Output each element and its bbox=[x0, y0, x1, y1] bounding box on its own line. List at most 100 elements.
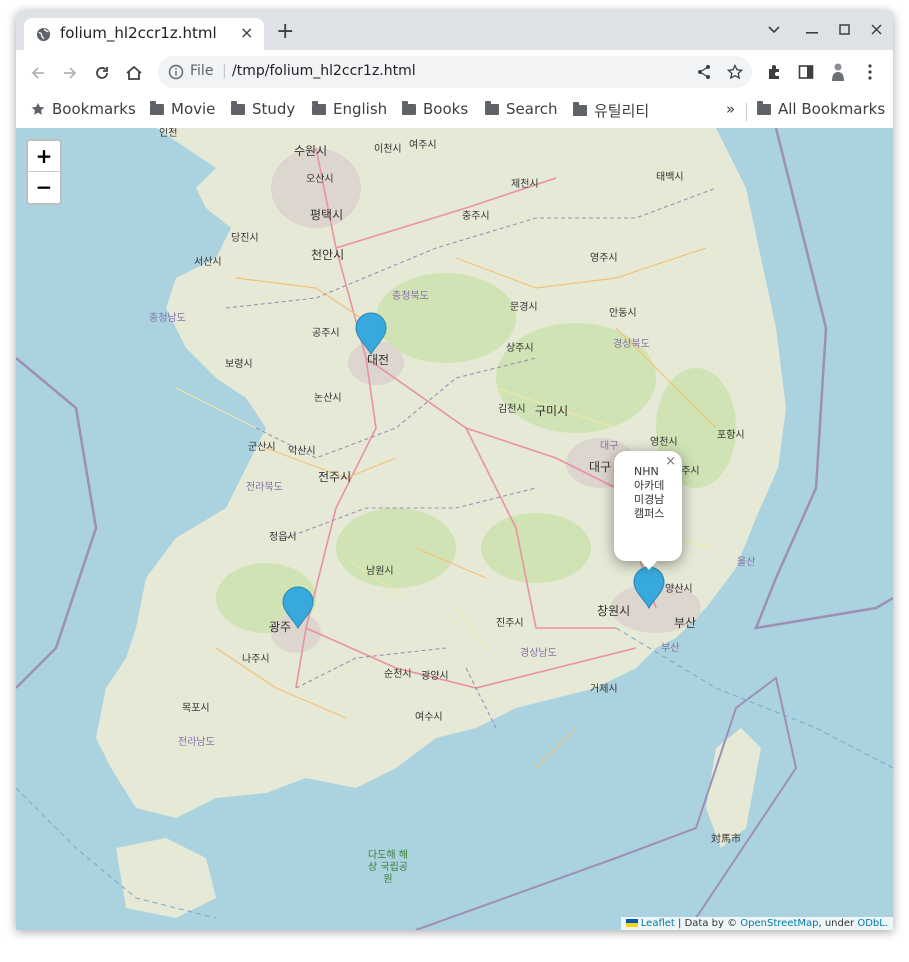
map-label: 대구 bbox=[589, 460, 612, 474]
map-label: 당진시 bbox=[231, 233, 259, 244]
bookmark-item-utility[interactable]: 유틸리티 bbox=[573, 100, 649, 121]
map-label: 전라북도 bbox=[246, 482, 283, 493]
map-tiles bbox=[16, 128, 893, 930]
tab-strip: folium_hl2ccr1z.html × + bbox=[16, 10, 893, 50]
map-label: 태백시 bbox=[656, 172, 684, 183]
map-label: 김천시 bbox=[498, 404, 526, 415]
map-label: 여주시 bbox=[409, 140, 437, 151]
osm-link[interactable]: OpenStreetMap bbox=[740, 918, 818, 929]
marker-popup: × NHN아카데미경남캠퍼스 bbox=[614, 451, 682, 570]
url-text[interactable]: /tmp/folium_hl2ccr1z.html bbox=[232, 63, 416, 79]
map-label: 상주시 bbox=[506, 343, 534, 354]
profile-avatar-icon[interactable] bbox=[829, 62, 847, 82]
popup-content: NHN아카데미경남캠퍼스 bbox=[634, 465, 665, 520]
folder-icon bbox=[573, 102, 587, 116]
map-label: 対馬市 bbox=[711, 834, 741, 845]
map-label: 남원시 bbox=[366, 566, 394, 577]
share-icon[interactable] bbox=[696, 64, 712, 80]
map-label: 순천시 bbox=[384, 669, 412, 680]
zoom-out-button[interactable]: − bbox=[28, 171, 60, 202]
back-icon[interactable] bbox=[28, 63, 48, 83]
bookmark-item-books[interactable]: Books bbox=[402, 100, 468, 118]
map-label: 논산시 bbox=[314, 393, 342, 404]
map-label: 진주시 bbox=[496, 618, 524, 629]
extensions-icon[interactable] bbox=[766, 64, 782, 80]
bookmark-item-english[interactable]: English bbox=[312, 100, 387, 118]
side-panel-icon[interactable] bbox=[798, 64, 814, 80]
map-label: 충청북도 bbox=[392, 291, 429, 302]
url-scheme: File bbox=[190, 63, 214, 79]
bookmark-label: Bookmarks bbox=[52, 100, 136, 118]
map-label: 목포시 bbox=[182, 703, 210, 714]
toolbar: File | /tmp/folium_hl2ccr1z.html bbox=[16, 50, 893, 94]
bookmark-label: Search bbox=[506, 100, 558, 118]
map-label: 광양시 bbox=[421, 671, 449, 682]
map-label: 제천시 bbox=[511, 179, 539, 190]
url-separator: | bbox=[222, 63, 227, 79]
maximize-icon[interactable] bbox=[839, 24, 850, 35]
map-label: 군산시 bbox=[248, 442, 276, 453]
map-label: 창원시 bbox=[597, 604, 631, 618]
all-bookmarks-button[interactable]: All Bookmarks bbox=[757, 100, 885, 118]
star-icon[interactable] bbox=[727, 64, 743, 80]
map-label: 보령시 bbox=[225, 359, 253, 370]
map-label: 대전 bbox=[367, 353, 390, 367]
tab-active[interactable]: folium_hl2ccr1z.html × bbox=[24, 18, 264, 50]
chevron-double-right-icon: » bbox=[726, 100, 736, 118]
bookmark-item-study[interactable]: Study bbox=[231, 100, 295, 118]
zoom-in-button[interactable]: + bbox=[28, 141, 60, 171]
map-label: 이천시 bbox=[374, 144, 402, 155]
tab-search-icon[interactable] bbox=[768, 26, 780, 34]
menu-kebab-icon[interactable] bbox=[868, 64, 872, 80]
map-label: 나주시 bbox=[242, 654, 270, 665]
map-label: 포항시 bbox=[717, 430, 745, 441]
home-icon[interactable] bbox=[124, 63, 144, 83]
bookmark-item-search[interactable]: Search bbox=[485, 100, 558, 118]
leaflet-link[interactable]: Leaflet bbox=[641, 918, 675, 929]
bookmarks-bar: Bookmarks Movie Study English Books Sear… bbox=[16, 94, 893, 129]
tab-title: folium_hl2ccr1z.html bbox=[60, 24, 217, 42]
map-label: 문경시 bbox=[510, 302, 538, 313]
odbl-link[interactable]: ODbL. bbox=[857, 918, 888, 929]
close-window-icon[interactable] bbox=[871, 24, 882, 35]
folder-icon bbox=[312, 100, 326, 115]
folder-icon bbox=[150, 100, 164, 115]
map-label: 거제시 bbox=[590, 684, 618, 695]
attribution-text: | Data by © bbox=[678, 918, 738, 929]
minimize-icon[interactable] bbox=[806, 32, 818, 34]
zoom-control: + − bbox=[26, 139, 62, 205]
folder-icon bbox=[231, 100, 245, 115]
map-label: 영천시 bbox=[650, 437, 678, 448]
map-label: 전주시 bbox=[318, 470, 352, 484]
map-label: 오산시 bbox=[306, 174, 334, 185]
map-label: 익산시 bbox=[288, 446, 316, 457]
globe-icon bbox=[36, 27, 51, 42]
bookmark-label: Study bbox=[252, 100, 296, 118]
map-label: 충주시 bbox=[462, 211, 490, 222]
forward-icon[interactable] bbox=[60, 63, 80, 83]
bookmark-label: 유틸리티 bbox=[594, 102, 650, 120]
map-label: 안동시 bbox=[609, 308, 637, 319]
bookmark-label: Movie bbox=[171, 100, 216, 118]
bookmark-label: English bbox=[333, 100, 388, 118]
folder-icon bbox=[485, 100, 499, 115]
info-icon[interactable] bbox=[168, 64, 184, 80]
address-bar[interactable]: File | /tmp/folium_hl2ccr1z.html bbox=[158, 56, 752, 88]
map-label: 경상남도 bbox=[520, 648, 557, 659]
map-label: 전라남도 bbox=[178, 737, 215, 748]
ukraine-flag-icon bbox=[625, 919, 638, 927]
reload-icon[interactable] bbox=[92, 63, 112, 83]
map-label: 광주 bbox=[269, 620, 292, 634]
folder-icon bbox=[402, 100, 416, 115]
tab-close-button[interactable]: × bbox=[240, 23, 253, 42]
attribution-text-under: , under bbox=[818, 918, 855, 929]
bookmark-item-bookmarks[interactable]: Bookmarks bbox=[31, 100, 136, 118]
new-tab-button[interactable]: + bbox=[276, 21, 294, 43]
map-label: 정읍시 bbox=[269, 532, 297, 543]
map-label: 서산시 bbox=[194, 257, 222, 268]
folder-icon bbox=[757, 100, 771, 115]
map-view[interactable]: 인천 수원시 이천시 여주시 오산시 제천시 태백시 평택시 충주시 당진시 천… bbox=[16, 128, 893, 930]
bookmarks-overflow-button[interactable]: » bbox=[726, 100, 735, 118]
bookmark-item-movie[interactable]: Movie bbox=[150, 100, 215, 118]
map-label: 천안시 bbox=[311, 248, 345, 262]
